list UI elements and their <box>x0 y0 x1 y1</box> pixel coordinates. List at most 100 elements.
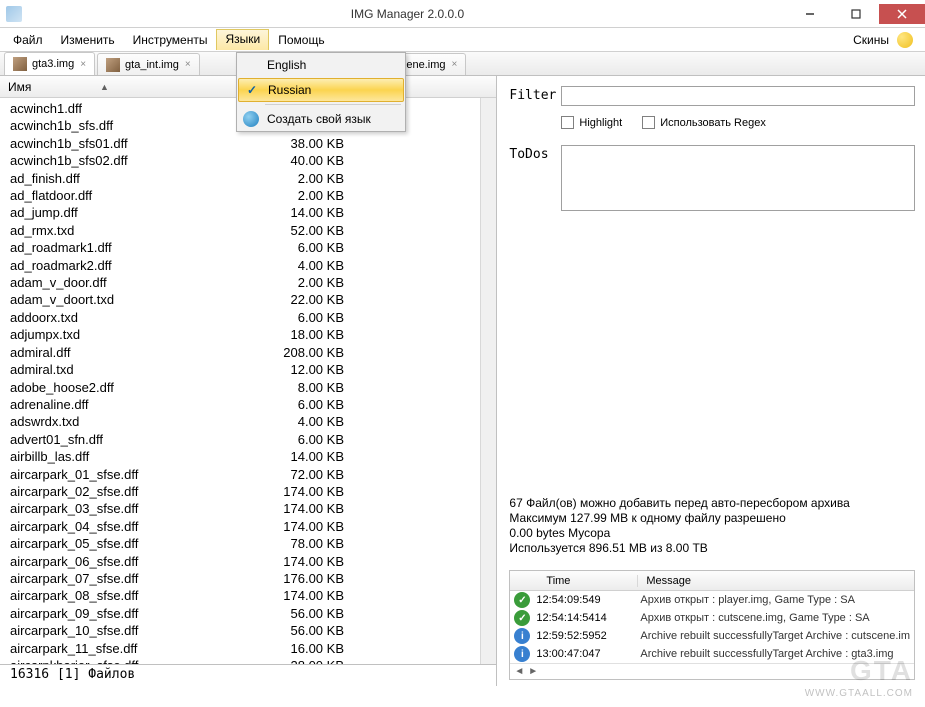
menu-help[interactable]: Помощь <box>269 30 333 50</box>
file-row[interactable]: ad_finish.dff2.00 KB <box>0 170 480 187</box>
file-row[interactable]: ad_jump.dff14.00 KB <box>0 204 480 221</box>
menu-edit[interactable]: Изменить <box>52 30 124 50</box>
file-name: aircarpark_04_sfse.dff <box>10 518 264 535</box>
tab-close-icon[interactable]: × <box>185 59 191 70</box>
file-name: aircarpark_09_sfse.dff <box>10 605 264 622</box>
file-name: ad_roadmark1.dff <box>10 239 264 256</box>
file-size: 174.00 KB <box>264 553 344 570</box>
file-row[interactable]: aircarpark_07_sfse.dff176.00 KB <box>0 570 480 587</box>
check-icon: ✓ <box>247 83 257 97</box>
smiley-icon[interactable] <box>897 32 913 48</box>
file-size: 56.00 KB <box>264 605 344 622</box>
checkbox-icon <box>561 116 574 129</box>
menu-languages[interactable]: Языки <box>216 29 269 50</box>
file-size: 14.00 KB <box>264 204 344 221</box>
todos-input[interactable] <box>561 145 915 211</box>
file-row[interactable]: aircarpark_03_sfse.dff174.00 KB <box>0 500 480 517</box>
file-row[interactable]: adrenaline.dff6.00 KB <box>0 396 480 413</box>
file-row[interactable]: addoorx.txd6.00 KB <box>0 309 480 326</box>
log-message: Archive rebuilt successfullyTarget Archi… <box>640 648 910 660</box>
file-size: 174.00 KB <box>264 518 344 535</box>
filter-label: Filter <box>509 86 561 103</box>
file-row[interactable]: airbillb_las.dff14.00 KB <box>0 448 480 465</box>
file-row[interactable]: adjumpx.txd18.00 KB <box>0 326 480 343</box>
file-size: 52.00 KB <box>264 222 344 239</box>
log-row[interactable]: i13:00:47:047Archive rebuilt successfull… <box>510 645 914 663</box>
file-size: 14.00 KB <box>264 448 344 465</box>
file-name: acwinch1.dff <box>10 100 264 117</box>
file-list[interactable]: acwinch1.dffacwinch1b_sfs.dff42.00 KBacw… <box>0 98 480 664</box>
log-row[interactable]: ✓12:54:09:549Архив открыт : player.img, … <box>510 591 914 609</box>
tab-gta3[interactable]: gta3.img × <box>4 52 95 75</box>
info-line: Используется 896.51 MB из 8.00 TB <box>509 541 915 556</box>
tab-close-icon[interactable]: × <box>452 59 458 70</box>
log-col-message[interactable]: Message <box>638 575 914 587</box>
log-row[interactable]: i12:59:52:5952Archive rebuilt successful… <box>510 627 914 645</box>
file-row[interactable]: ad_rmx.txd52.00 KB <box>0 222 480 239</box>
file-row[interactable]: acwinch1b_sfs01.dff38.00 KB <box>0 135 480 152</box>
sort-arrow-icon: ▲ <box>100 82 109 92</box>
file-name: adrenaline.dff <box>10 396 264 413</box>
close-button[interactable] <box>879 4 925 24</box>
menu-tools[interactable]: Инструменты <box>124 30 217 50</box>
file-size: 6.00 KB <box>264 431 344 448</box>
file-name: ad_jump.dff <box>10 204 264 221</box>
file-row[interactable]: aircarpark_08_sfse.dff174.00 KB <box>0 587 480 604</box>
file-name: adam_v_doort.txd <box>10 291 264 308</box>
file-row[interactable]: aircarpark_01_sfse.dff72.00 KB <box>0 466 480 483</box>
menubar: Файл Изменить Инструменты Языки Помощь С… <box>0 28 925 52</box>
filter-input[interactable] <box>561 86 915 106</box>
log-message: Архив открыт : cutscene.img, Game Type :… <box>640 612 910 624</box>
titlebar: IMG Manager 2.0.0.0 <box>0 0 925 28</box>
log-next-icon[interactable]: ► <box>528 666 538 677</box>
log-col-time[interactable]: Time <box>510 575 638 587</box>
window-title: IMG Manager 2.0.0.0 <box>28 7 787 21</box>
file-row[interactable]: aircarpark_05_sfse.dff78.00 KB <box>0 535 480 552</box>
log-prev-icon[interactable]: ◄ <box>514 666 524 677</box>
file-row[interactable]: ad_flatdoor.dff2.00 KB <box>0 187 480 204</box>
file-row[interactable]: adswrdx.txd4.00 KB <box>0 413 480 430</box>
separator <box>265 104 401 105</box>
file-row[interactable]: ad_roadmark1.dff6.00 KB <box>0 239 480 256</box>
regex-checkbox[interactable]: Использовать Regex <box>642 116 766 129</box>
file-row[interactable]: adam_v_doort.txd22.00 KB <box>0 291 480 308</box>
file-row[interactable]: aircarpkbarier_sfse.dff28.00 KB <box>0 657 480 664</box>
file-row[interactable]: adobe_hoose2.dff8.00 KB <box>0 379 480 396</box>
file-size: 4.00 KB <box>264 413 344 430</box>
right-panel: Filter Highlight Использовать Regex ToDo… <box>497 76 925 686</box>
log-row[interactable]: ✓12:54:14:5414Архив открыт : cutscene.im… <box>510 609 914 627</box>
file-size: 72.00 KB <box>264 466 344 483</box>
file-row[interactable]: aircarpark_04_sfse.dff174.00 KB <box>0 518 480 535</box>
file-name: adjumpx.txd <box>10 326 264 343</box>
scrollbar[interactable] <box>480 98 496 664</box>
file-name: adswrdx.txd <box>10 413 264 430</box>
file-row[interactable]: acwinch1b_sfs02.dff40.00 KB <box>0 152 480 169</box>
file-name: aircarpark_11_sfse.dff <box>10 640 264 657</box>
tabs: gta3.img × gta_int.img × cutscene.img × <box>0 52 925 76</box>
file-row[interactable]: ad_roadmark2.dff4.00 KB <box>0 257 480 274</box>
file-row[interactable]: admiral.dff208.00 KB <box>0 344 480 361</box>
minimize-button[interactable] <box>787 4 833 24</box>
file-name: acwinch1b_sfs01.dff <box>10 135 264 152</box>
menu-skins[interactable]: Скины <box>845 30 897 50</box>
dropdown-item-create[interactable]: Создать свой язык <box>237 107 405 131</box>
log-time: 12:54:14:5414 <box>536 612 640 624</box>
file-row[interactable]: adam_v_door.dff2.00 KB <box>0 274 480 291</box>
file-row[interactable]: admiral.txd12.00 KB <box>0 361 480 378</box>
dropdown-item-russian[interactable]: ✓ Russian <box>238 78 404 102</box>
file-row[interactable]: aircarpark_10_sfse.dff56.00 KB <box>0 622 480 639</box>
dropdown-item-english[interactable]: English <box>237 53 405 77</box>
file-row[interactable]: advert01_sfn.dff6.00 KB <box>0 431 480 448</box>
maximize-button[interactable] <box>833 4 879 24</box>
tab-close-icon[interactable]: × <box>80 59 86 70</box>
file-row[interactable]: aircarpark_11_sfse.dff16.00 KB <box>0 640 480 657</box>
dropdown-label: Создать свой язык <box>267 112 371 126</box>
menu-file[interactable]: Файл <box>4 30 52 50</box>
languages-dropdown: English ✓ Russian Создать свой язык <box>236 52 406 132</box>
log-header: Time Message <box>510 571 914 591</box>
file-row[interactable]: aircarpark_02_sfse.dff174.00 KB <box>0 483 480 500</box>
tab-gta-int[interactable]: gta_int.img × <box>97 53 200 75</box>
highlight-checkbox[interactable]: Highlight <box>561 116 622 129</box>
file-row[interactable]: aircarpark_09_sfse.dff56.00 KB <box>0 605 480 622</box>
file-row[interactable]: aircarpark_06_sfse.dff174.00 KB <box>0 553 480 570</box>
